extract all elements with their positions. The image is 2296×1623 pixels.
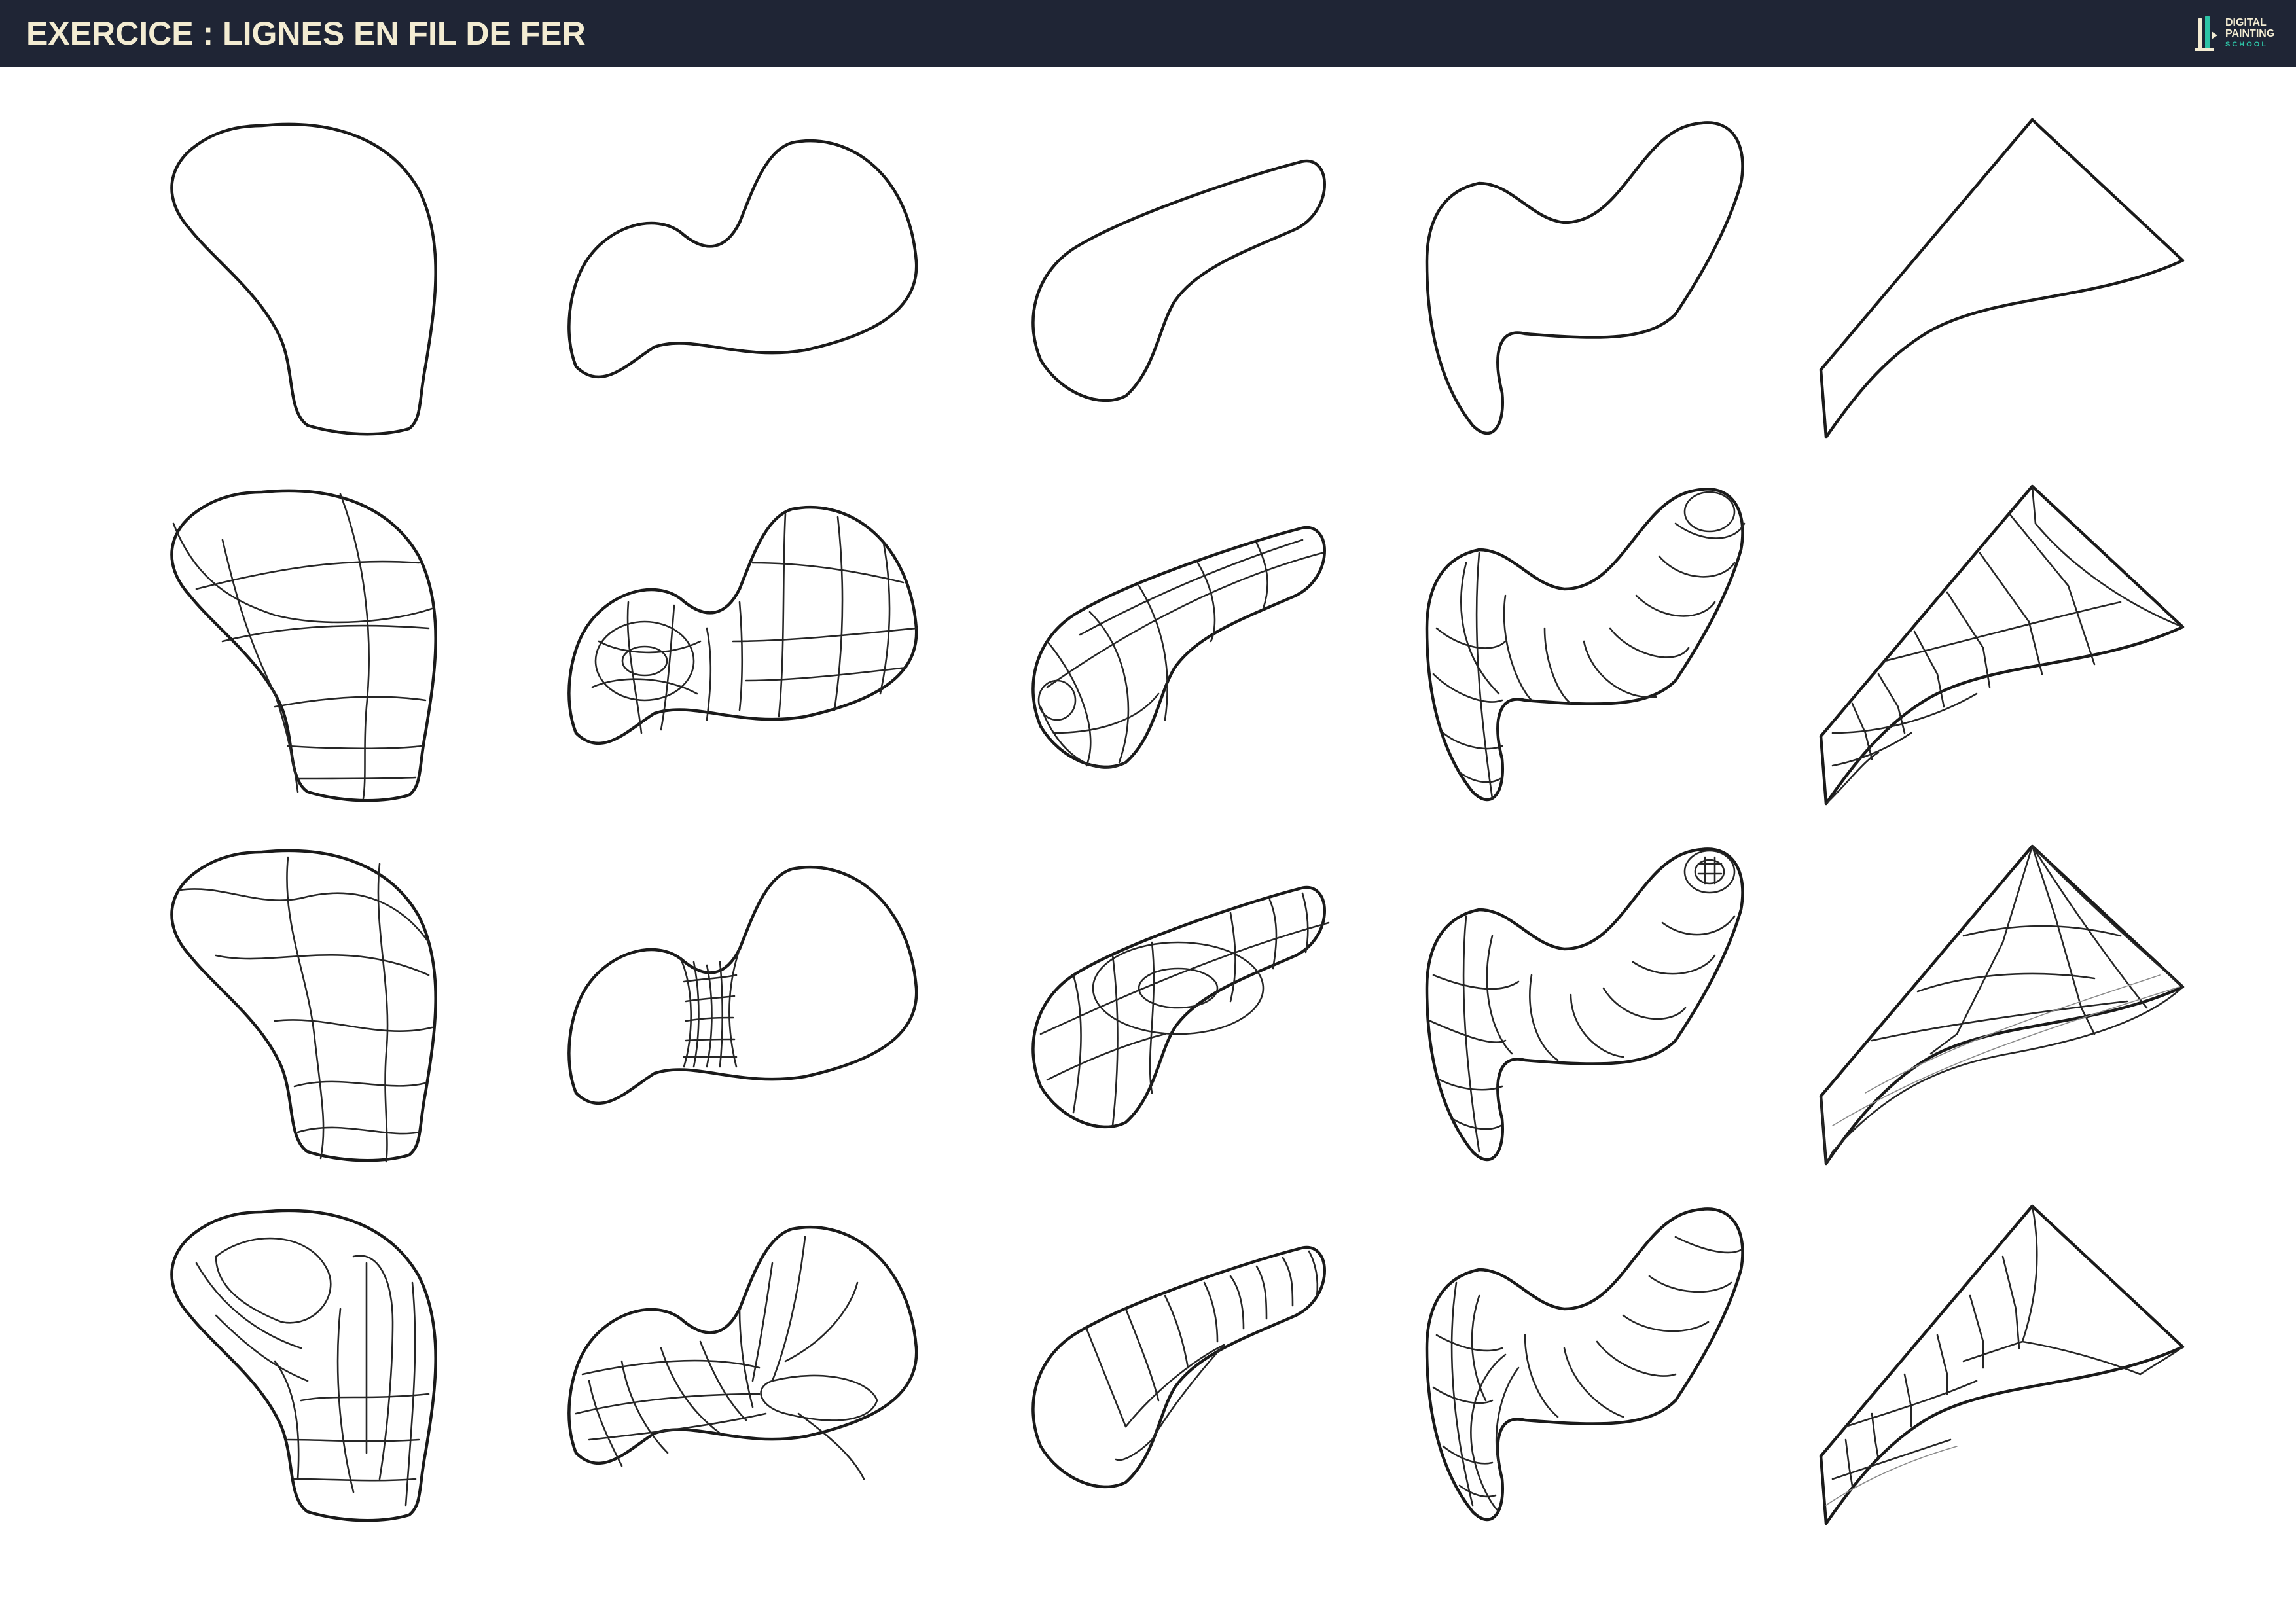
wireframe-r3c1	[171, 851, 435, 1163]
shape-s-curve-r1c4	[1427, 122, 1743, 433]
wireframe-r4c2	[569, 1227, 916, 1480]
digital-painting-school-logo: DIGITAL PAINTING SCHOOL	[2193, 12, 2291, 55]
shape-blob-r1c1	[171, 124, 435, 434]
logo-text: DIGITAL PAINTING SCHOOL	[2225, 17, 2274, 50]
wireframe-r3c3	[1033, 887, 1330, 1127]
wireframe-r3c2	[569, 867, 916, 1103]
page-title: EXERCICE : LIGNES EN FIL DE FER	[26, 15, 586, 52]
shape-sail-r1c5	[1821, 120, 2183, 437]
wireframe-r4c5	[1821, 1206, 2183, 1524]
wireframe-r2c2	[569, 507, 916, 743]
logo-line-school: SCHOOL	[2225, 41, 2269, 48]
wireframe-r4c4	[1427, 1209, 1743, 1520]
header-bar: EXERCICE : LIGNES EN FIL DE FER DIGITAL …	[0, 0, 2296, 67]
shape-bean-r1c3	[1033, 161, 1324, 401]
wireframe-r2c4	[1427, 489, 1746, 800]
row-1-outlines	[171, 120, 2183, 437]
logo-line-digital: DIGITAL	[2225, 17, 2267, 28]
wireframe-r4c1	[171, 1211, 435, 1520]
row-4-wireframes	[171, 1206, 2183, 1524]
wireframe-r3c4	[1427, 849, 1743, 1160]
wireframe-r4c3	[1033, 1247, 1324, 1487]
wireframe-r3c5	[1821, 846, 2183, 1164]
wireframe-r2c3	[1033, 527, 1324, 769]
row-3-wireframes	[171, 846, 2183, 1164]
brush-logo-icon	[2195, 16, 2217, 51]
row-2-wireframes	[171, 486, 2183, 804]
logo-line-painting: PAINTING	[2225, 28, 2275, 39]
exercise-sheet	[0, 67, 2296, 1623]
shape-peanut-r1c2	[569, 141, 916, 377]
wireframe-r2c1	[171, 491, 435, 800]
wireframe-r2c5	[1821, 486, 2183, 804]
